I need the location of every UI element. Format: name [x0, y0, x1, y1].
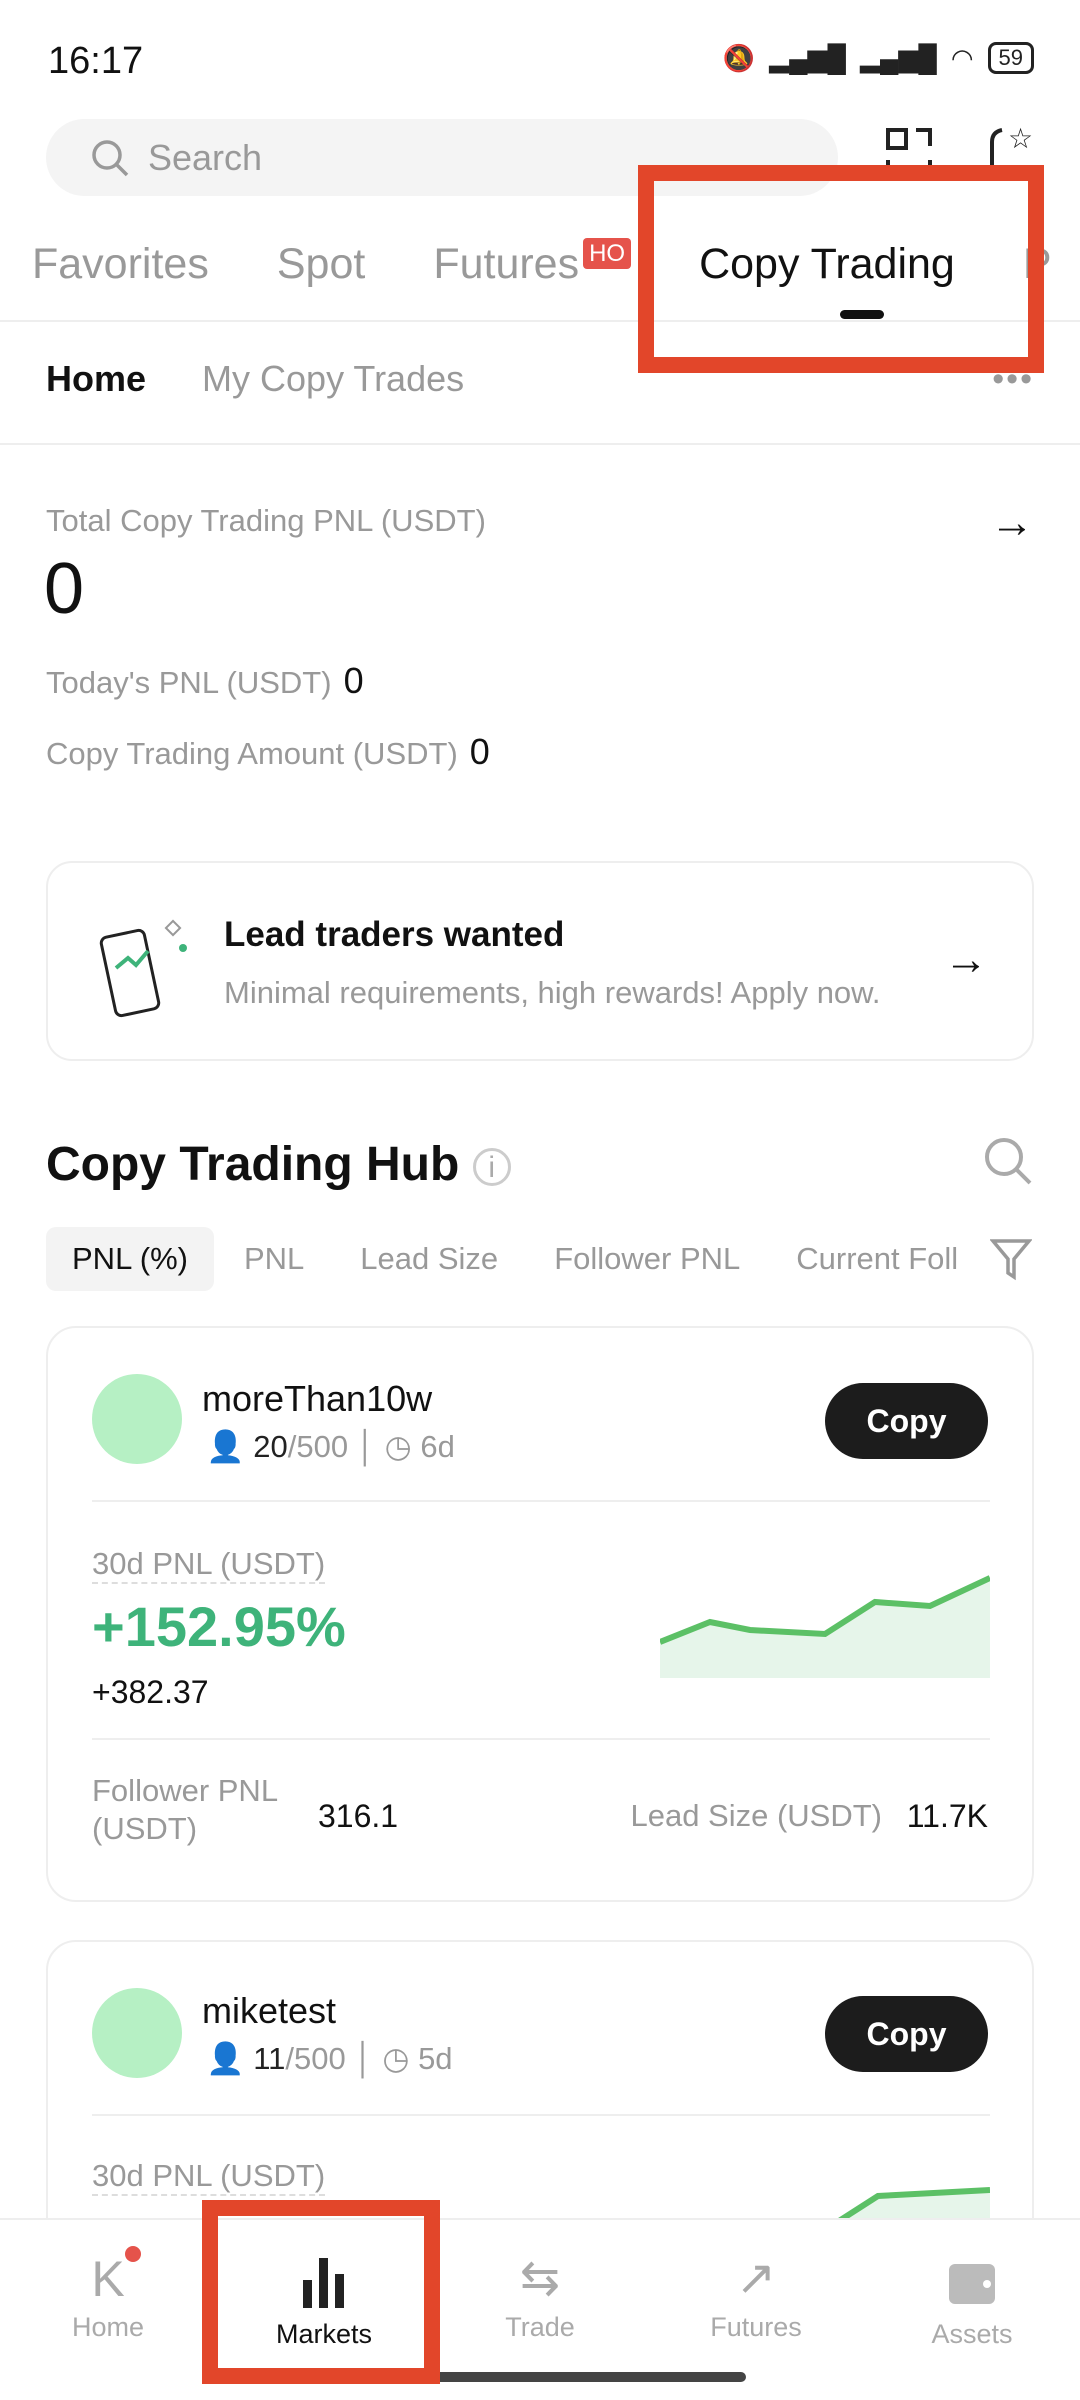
lead-size-label: Lead Size (USDT) — [630, 1798, 882, 1833]
info-icon[interactable]: i — [472, 1148, 511, 1187]
filter-follower-pnl[interactable]: Follower PNL — [528, 1227, 766, 1291]
pnl-label: 30d PNL (USDT) — [92, 1546, 326, 1584]
mute-icon: 🔕 — [722, 42, 756, 73]
svg-text:☆: ☆ — [1008, 123, 1033, 154]
divider — [92, 1500, 990, 1502]
copy-button[interactable]: Copy — [825, 1996, 988, 2072]
nav-home[interactable]: K Home — [0, 2220, 216, 2400]
home-logo-icon: K — [0, 2246, 216, 2312]
tab-spot[interactable]: Spot — [277, 240, 365, 289]
subtab-my-copy-trades[interactable]: My Copy Trades — [202, 358, 464, 400]
trader-meta: 👤 11/500 │ ◷ 5d — [206, 2041, 453, 2076]
swap-icon: ⇆ — [519, 2252, 561, 2305]
signal-icon: ▂▄▆█ — [859, 42, 937, 73]
trend-up-icon: ↗ — [735, 2252, 777, 2305]
divider — [92, 2114, 990, 2116]
copy-amount-value: 0 — [469, 731, 490, 772]
pnl-percent: +152.95% — [92, 1595, 346, 1658]
lead-size-value: 11.7K — [906, 1798, 988, 1834]
wallet-icon — [949, 2264, 995, 2304]
divider — [0, 443, 1080, 445]
copy-button[interactable]: Copy — [825, 1383, 988, 1459]
avatar — [92, 1988, 182, 2078]
followers-icon: 👤 — [206, 2041, 245, 2076]
avatar — [92, 1374, 182, 1464]
search-icon — [92, 139, 129, 176]
total-pnl-value: 0 — [44, 549, 85, 629]
nav-assets[interactable]: Assets — [864, 2220, 1080, 2400]
pnl-sparkline — [660, 1575, 990, 1678]
search-icon[interactable] — [982, 1135, 1034, 1187]
sort-filters: PNL (%) PNL Lead Size Follower PNL Curre… — [46, 1227, 1006, 1291]
hot-badge: HO — [583, 238, 632, 269]
banner-subtitle: Minimal requirements, high rewards! Appl… — [224, 975, 881, 1010]
today-pnl-value: 0 — [343, 660, 364, 701]
phone-chart-icon — [99, 919, 187, 1018]
filter-icon[interactable] — [990, 1237, 1032, 1281]
tab-futures[interactable]: Futures HO — [433, 238, 632, 289]
status-icons: 🔕 ▂▄▆█ ▂▄▆█ ◠ 59 — [723, 42, 1034, 74]
pnl-amount: +382.37 — [92, 1674, 209, 1710]
lead-traders-banner[interactable]: Lead traders wanted Minimal requirements… — [46, 861, 1034, 1061]
highlight-box-markets — [202, 2200, 440, 2384]
wifi-icon: ◠ — [950, 42, 974, 73]
sub-tabs: Home My Copy Trades — [46, 358, 464, 400]
clock-icon: ◷ — [382, 2041, 410, 2076]
filter-pnl[interactable]: PNL — [218, 1227, 330, 1291]
subtab-home[interactable]: Home — [46, 358, 146, 400]
trader-card[interactable]: moreThan10w 👤 20/500 │ ◷ 6d Copy 30d PNL… — [46, 1326, 1034, 1902]
hub-title: Copy Trading Hub i — [46, 1137, 511, 1192]
today-pnl-label: Today's PNL (USDT) — [46, 665, 332, 700]
trader-name: moreThan10w — [202, 1378, 433, 1419]
notification-dot — [125, 2246, 142, 2262]
signal-icon: ▂▄▆█ — [769, 42, 846, 73]
follower-pnl-label: Follower PNL (USDT) — [92, 1773, 277, 1846]
tab-favorites[interactable]: Favorites — [32, 240, 209, 289]
follower-pnl-value: 316.1 — [318, 1798, 399, 1834]
filter-current-followers[interactable]: Current Foll — [770, 1227, 984, 1291]
divider — [92, 1738, 990, 1740]
trader-meta: 👤 20/500 │ ◷ 6d — [206, 1429, 455, 1464]
copy-amount-label: Copy Trading Amount (USDT) — [46, 736, 458, 771]
followers-icon: 👤 — [206, 1429, 245, 1464]
arrow-right-icon: → — [944, 935, 988, 984]
status-time: 16:17 — [48, 40, 144, 82]
banner-title: Lead traders wanted — [224, 915, 565, 954]
trader-name: miketest — [202, 1990, 337, 2031]
filter-pnl-pct[interactable]: PNL (%) — [46, 1227, 214, 1291]
clock-icon: ◷ — [384, 1429, 412, 1464]
highlight-box-copy-trading — [638, 165, 1044, 373]
arrow-right-icon[interactable]: → — [990, 498, 1034, 548]
total-pnl-label: Total Copy Trading PNL (USDT) — [46, 503, 486, 538]
filter-lead-size[interactable]: Lead Size — [334, 1227, 524, 1291]
home-indicator — [430, 2372, 746, 2382]
battery-icon: 59 — [987, 42, 1034, 74]
pnl-label: 30d PNL (USDT) — [92, 2158, 326, 2196]
